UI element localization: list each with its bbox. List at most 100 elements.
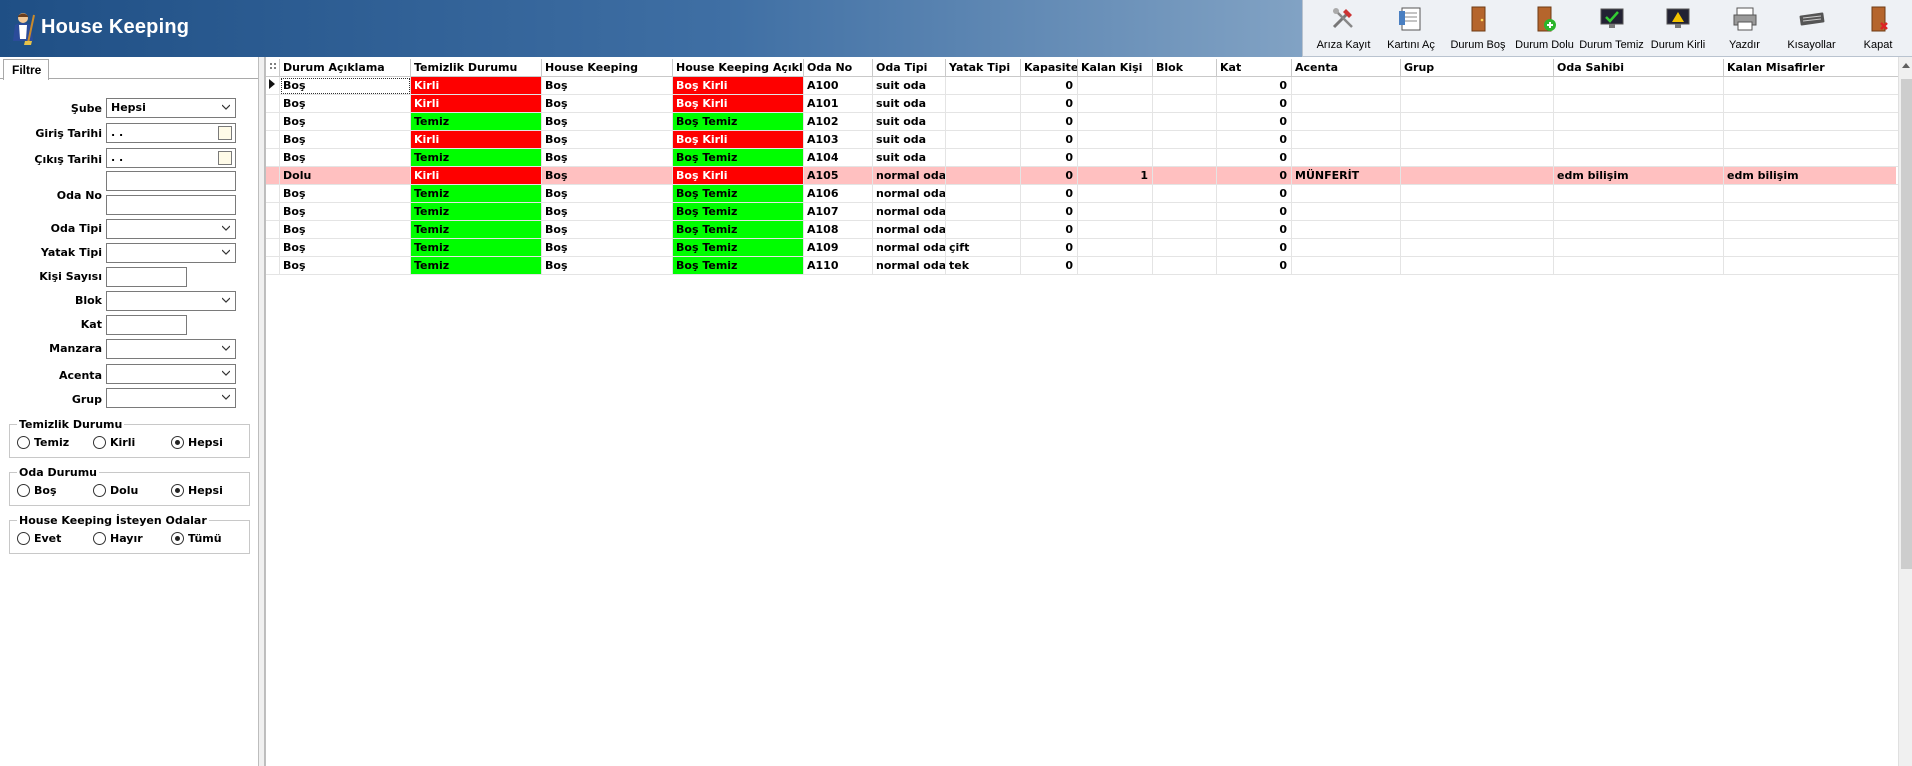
table-cell[interactable]: Boş bbox=[542, 95, 673, 113]
toolbar-button-5[interactable]: Durum Temiz bbox=[1578, 0, 1645, 57]
table-cell[interactable]: 0 bbox=[1217, 95, 1292, 113]
table-cell[interactable]: 1 bbox=[1078, 167, 1153, 185]
table-cell[interactable]: Temiz bbox=[411, 221, 542, 239]
table-cell[interactable]: Boş bbox=[542, 113, 673, 131]
column-header[interactable]: Yatak Tipi bbox=[946, 59, 1021, 77]
table-cell[interactable] bbox=[946, 221, 1021, 239]
table-cell[interactable] bbox=[1554, 113, 1724, 131]
table-cell[interactable]: Boş Temiz bbox=[673, 185, 804, 203]
toolbar-button-3[interactable]: Durum Boş bbox=[1445, 0, 1511, 57]
column-header[interactable]: Durum Açıklama bbox=[280, 59, 411, 77]
table-cell[interactable]: A106 bbox=[804, 185, 873, 203]
kisi-sayisi-field[interactable] bbox=[106, 267, 187, 287]
table-cell[interactable]: 0 bbox=[1217, 221, 1292, 239]
toolbar-button-4[interactable]: Durum Dolu bbox=[1511, 0, 1578, 57]
table-cell[interactable] bbox=[1401, 221, 1554, 239]
table-row[interactable]: Boş Temiz Boş Boş Temiz A107 normal oda 0 0 bbox=[266, 203, 1900, 221]
table-cell[interactable] bbox=[1724, 257, 1900, 275]
table-cell[interactable] bbox=[1401, 149, 1554, 167]
table-cell[interactable]: Boş bbox=[542, 77, 673, 95]
table-cell[interactable] bbox=[946, 131, 1021, 149]
table-cell[interactable]: Boş bbox=[280, 149, 411, 167]
table-cell[interactable] bbox=[1554, 203, 1724, 221]
table-cell[interactable]: normal oda bbox=[873, 239, 946, 257]
table-cell[interactable]: Boş Temiz bbox=[673, 257, 804, 275]
table-cell[interactable] bbox=[1292, 131, 1401, 149]
column-header[interactable]: House Keeping Açıkl... bbox=[673, 59, 804, 77]
table-row[interactable]: Boş Temiz Boş Boş Temiz A109 normal oda çift 0 0 bbox=[266, 239, 1900, 257]
table-cell[interactable] bbox=[946, 95, 1021, 113]
table-cell[interactable]: normal oda bbox=[873, 167, 946, 185]
table-cell[interactable]: A109 bbox=[804, 239, 873, 257]
table-cell[interactable]: normal oda bbox=[873, 185, 946, 203]
table-cell[interactable]: Boş bbox=[280, 95, 411, 113]
table-cell[interactable] bbox=[1724, 203, 1900, 221]
table-cell[interactable]: normal oda bbox=[873, 257, 946, 275]
table-cell[interactable]: Temiz bbox=[411, 203, 542, 221]
table-row[interactable]: Boş Temiz Boş Boş Temiz A108 normal oda 0 0 bbox=[266, 221, 1900, 239]
table-cell[interactable] bbox=[1292, 95, 1401, 113]
table-cell[interactable]: çift bbox=[946, 239, 1021, 257]
table-cell[interactable]: normal oda bbox=[873, 203, 946, 221]
table-cell[interactable]: A108 bbox=[804, 221, 873, 239]
table-cell[interactable] bbox=[1554, 221, 1724, 239]
manzara-select[interactable] bbox=[106, 339, 236, 359]
table-cell[interactable]: Boş Kirli bbox=[673, 77, 804, 95]
table-cell[interactable]: 0 bbox=[1021, 257, 1078, 275]
radio-oda-3[interactable]: Hepsi bbox=[171, 484, 223, 497]
table-cell[interactable] bbox=[1724, 185, 1900, 203]
toolbar-button-8[interactable]: Kısayollar bbox=[1778, 0, 1845, 57]
table-cell[interactable] bbox=[1292, 149, 1401, 167]
table-cell[interactable]: edm bilişim bbox=[1554, 167, 1724, 185]
table-cell[interactable]: Boş Temiz bbox=[673, 239, 804, 257]
oda-no-field[interactable] bbox=[106, 195, 236, 215]
column-header[interactable]: Kapasite bbox=[1021, 59, 1078, 77]
column-header[interactable]: Oda Tipi bbox=[873, 59, 946, 77]
radio-temizlik-2[interactable]: Kirli bbox=[93, 436, 135, 449]
radio-circle[interactable] bbox=[171, 484, 184, 497]
table-cell[interactable] bbox=[1153, 185, 1217, 203]
table-cell[interactable] bbox=[1153, 113, 1217, 131]
table-cell[interactable] bbox=[946, 149, 1021, 167]
table-cell[interactable]: 0 bbox=[1021, 149, 1078, 167]
table-row[interactable]: Boş Temiz Boş Boş Temiz A106 normal oda 0 0 bbox=[266, 185, 1900, 203]
table-cell[interactable]: Kirli bbox=[411, 95, 542, 113]
table-cell[interactable] bbox=[1078, 113, 1153, 131]
table-cell[interactable] bbox=[946, 185, 1021, 203]
toolbar-button-6[interactable]: Durum Kirli bbox=[1645, 0, 1711, 57]
table-cell[interactable]: 0 bbox=[1021, 221, 1078, 239]
radio-oda-1[interactable]: Boş bbox=[17, 484, 57, 497]
table-cell[interactable] bbox=[1292, 185, 1401, 203]
radio-circle[interactable] bbox=[17, 436, 30, 449]
table-cell[interactable]: Boş Kirli bbox=[673, 95, 804, 113]
table-cell[interactable]: A102 bbox=[804, 113, 873, 131]
table-cell[interactable]: 0 bbox=[1217, 239, 1292, 257]
scrollbar-thumb[interactable] bbox=[1901, 79, 1912, 569]
table-cell[interactable]: normal oda bbox=[873, 221, 946, 239]
calendar-icon[interactable] bbox=[218, 126, 232, 140]
table-row[interactable]: Boş Kirli Boş Boş Kirli A100 suit oda 0 0 bbox=[266, 77, 1900, 95]
row-indicator[interactable] bbox=[266, 203, 280, 221]
table-cell[interactable] bbox=[1724, 149, 1900, 167]
column-header[interactable]: Grup bbox=[1401, 59, 1554, 77]
row-indicator[interactable] bbox=[266, 131, 280, 149]
table-cell[interactable] bbox=[1401, 185, 1554, 203]
table-cell[interactable]: A101 bbox=[804, 95, 873, 113]
table-cell[interactable]: Boş bbox=[280, 239, 411, 257]
table-cell[interactable]: A103 bbox=[804, 131, 873, 149]
grid-corner[interactable] bbox=[266, 59, 280, 77]
table-cell[interactable] bbox=[1292, 113, 1401, 131]
table-cell[interactable]: Boş Temiz bbox=[673, 203, 804, 221]
radio-hk-2[interactable]: Hayır bbox=[93, 532, 143, 545]
table-cell[interactable] bbox=[1554, 95, 1724, 113]
table-cell[interactable] bbox=[1078, 95, 1153, 113]
table-cell[interactable]: Boş bbox=[280, 203, 411, 221]
table-row[interactable]: Boş Kirli Boş Boş Kirli A101 suit oda 0 0 bbox=[266, 95, 1900, 113]
table-cell[interactable]: A110 bbox=[804, 257, 873, 275]
table-cell[interactable] bbox=[946, 77, 1021, 95]
table-cell[interactable] bbox=[1554, 131, 1724, 149]
column-header[interactable]: Kalan Misafirler bbox=[1724, 59, 1900, 77]
table-cell[interactable]: A100 bbox=[804, 77, 873, 95]
row-indicator[interactable] bbox=[266, 185, 280, 203]
radio-oda-2[interactable]: Dolu bbox=[93, 484, 138, 497]
